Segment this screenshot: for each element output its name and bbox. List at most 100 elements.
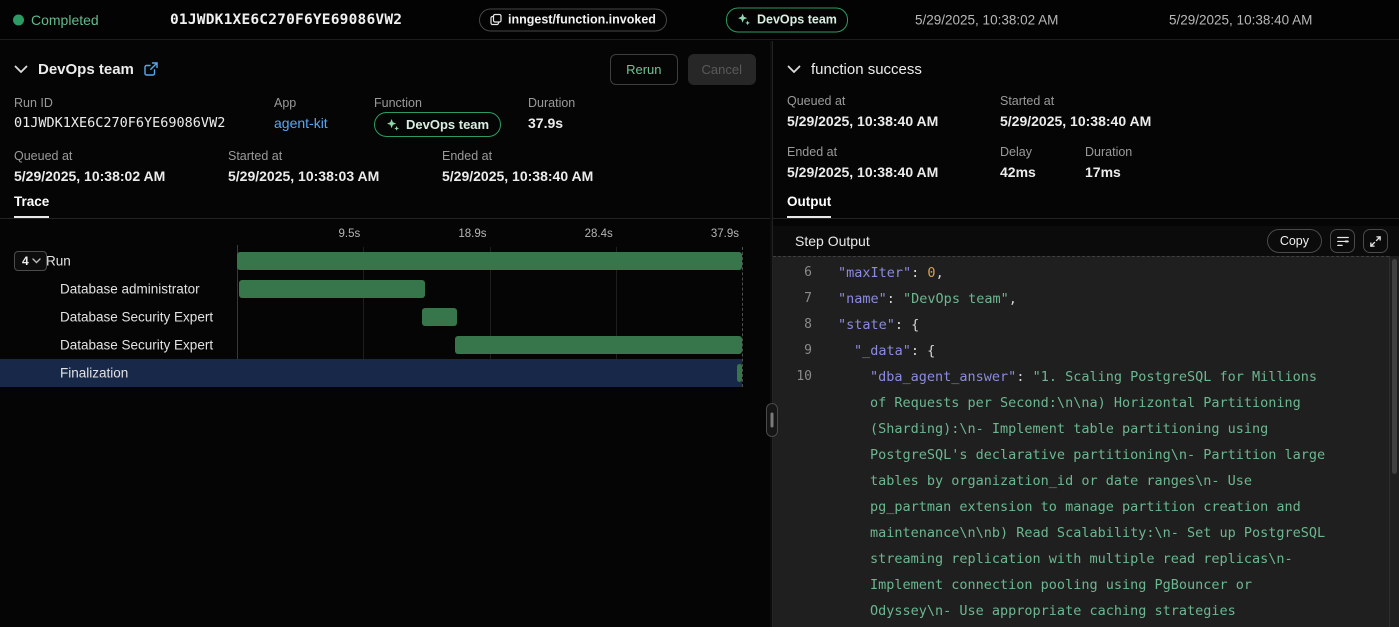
line-number: 9 xyxy=(773,338,812,364)
trace-span-bar[interactable] xyxy=(455,336,742,354)
axis-tick-label: 37.9s xyxy=(711,228,742,240)
run-title: DevOps team xyxy=(38,61,134,78)
line-number: 6 xyxy=(773,260,812,286)
chevron-down-icon[interactable] xyxy=(787,65,801,74)
line-number: 10 xyxy=(773,364,812,390)
step-duration-value: 17ms xyxy=(1085,164,1132,180)
trace-row[interactable]: Database administrator xyxy=(0,275,742,303)
step-queued-value: 5/29/2025, 10:38:40 AM xyxy=(787,113,938,129)
queued-at-value: 5/29/2025, 10:38:02 AM xyxy=(14,168,165,184)
ended-at-label: Ended at xyxy=(442,149,593,163)
app-window: Completed 01JWDK1XE6C270F6YE69086VW2 inn… xyxy=(0,0,1399,627)
line-number: 8 xyxy=(773,312,812,338)
trace-span-bar[interactable] xyxy=(237,252,742,270)
code-scrollbar[interactable] xyxy=(1389,256,1399,627)
app-label: App xyxy=(274,96,328,110)
event-badge-label: inngest/function.invoked xyxy=(508,13,656,27)
run-header-row: DevOps team Rerun Cancel xyxy=(0,51,770,87)
step-duration-label: Duration xyxy=(1085,145,1132,159)
trace-row-label: Database Security Expert xyxy=(60,310,213,325)
tab-trace[interactable]: Trace xyxy=(14,194,49,218)
function-badge-topbar[interactable]: DevOps team xyxy=(726,7,848,32)
event-copy-icon xyxy=(490,14,502,26)
run-meta-row-2: Queued at 5/29/2025, 10:38:02 AM Started… xyxy=(0,149,770,197)
function-badge[interactable]: DevOps team xyxy=(374,112,501,137)
trace-row[interactable]: 4Run xyxy=(0,247,742,275)
panel-resize-handle[interactable] xyxy=(766,403,778,437)
tab-output[interactable]: Output xyxy=(787,194,831,218)
step-delay-value: 42ms xyxy=(1000,164,1036,180)
axis-tick-label: 18.9s xyxy=(458,228,489,240)
step-started-field: Started at 5/29/2025, 10:38:40 AM xyxy=(1000,94,1151,129)
step-queued-label: Queued at xyxy=(787,94,938,108)
step-header-row: function success xyxy=(773,51,1399,87)
run-id-label: Run ID xyxy=(14,96,225,110)
sparkles-icon xyxy=(386,118,400,132)
word-wrap-button[interactable] xyxy=(1330,229,1355,253)
status-dot-icon xyxy=(13,14,24,25)
ended-at-field: Ended at 5/29/2025, 10:38:40 AM xyxy=(442,149,593,184)
run-tabs: Trace xyxy=(0,193,770,219)
started-at-field: Started at 5/29/2025, 10:38:03 AM xyxy=(228,149,379,184)
trace-axis: 9.5s 18.9s 28.4s 37.9s xyxy=(237,227,742,247)
run-id-value: 01JWDK1XE6C270F6YE69086VW2 xyxy=(14,115,225,131)
code-line: 8 "state": { xyxy=(773,312,1399,338)
trace-rows: 4Run Database administrator Database Secur… xyxy=(0,247,770,387)
function-label: Function xyxy=(374,96,501,110)
word-wrap-icon xyxy=(1336,234,1350,248)
function-field: Function DevOps team xyxy=(374,96,501,137)
step-title: function success xyxy=(811,61,922,78)
queued-at-field: Queued at 5/29/2025, 10:38:02 AM xyxy=(14,149,165,184)
scrollbar-thumb[interactable] xyxy=(1392,259,1397,474)
function-badge-label: DevOps team xyxy=(406,117,489,132)
step-output-toolbar: Step Output Copy xyxy=(773,226,1399,256)
event-badge[interactable]: inngest/function.invoked xyxy=(479,8,667,31)
step-delay-label: Delay xyxy=(1000,145,1036,159)
code-content: "state": { xyxy=(822,312,1330,338)
code-line: 6"maxIter": 0, xyxy=(773,260,1399,286)
trace-span-bar[interactable] xyxy=(422,308,457,326)
started-at-label: Started at xyxy=(228,149,379,163)
code-line: 9 "_data": { xyxy=(773,338,1399,364)
trace-row[interactable]: Finalization xyxy=(0,359,742,387)
collapse-children-button[interactable]: 4 xyxy=(14,251,47,271)
cancel-button: Cancel xyxy=(688,54,756,85)
ended-timestamp: 5/29/2025, 10:38:40 AM xyxy=(1169,12,1312,27)
trace-span-bar[interactable] xyxy=(239,280,426,298)
step-meta-row-1: Queued at 5/29/2025, 10:38:40 AM Started… xyxy=(773,94,1399,142)
step-queued-field: Queued at 5/29/2025, 10:38:40 AM xyxy=(787,94,938,129)
duration-label: Duration xyxy=(528,96,575,110)
function-badge-label: DevOps team xyxy=(757,13,837,27)
ended-at-value: 5/29/2025, 10:38:40 AM xyxy=(442,168,593,184)
step-tabs: Output xyxy=(773,193,1399,219)
step-ended-field: Ended at 5/29/2025, 10:38:40 AM xyxy=(787,145,938,180)
sparkles-icon xyxy=(737,13,751,27)
duration-value: 37.9s xyxy=(528,115,575,131)
step-ended-value: 5/29/2025, 10:38:40 AM xyxy=(787,164,938,180)
trace-span-bar[interactable] xyxy=(737,364,742,382)
copy-button[interactable]: Copy xyxy=(1267,229,1322,253)
code-content: "_data": { xyxy=(822,338,1330,364)
queued-timestamp: 5/29/2025, 10:38:02 AM xyxy=(915,12,1058,27)
code-content: "dba_agent_answer": "1. Scaling PostgreS… xyxy=(822,364,1330,627)
step-output-actions: Copy xyxy=(1267,229,1388,253)
trace-waterfall: 9.5s 18.9s 28.4s 37.9s 4Run Database adminis… xyxy=(0,227,770,427)
queued-at-label: Queued at xyxy=(14,149,165,163)
app-field: App agent-kit xyxy=(274,96,328,131)
step-duration-field: Duration 17ms xyxy=(1085,145,1132,180)
trace-row[interactable]: Database Security Expert xyxy=(0,331,742,359)
trace-row[interactable]: Database Security Expert xyxy=(0,303,742,331)
step-output-code[interactable]: 6"maxIter": 0,7"name": "DevOps team",8"s… xyxy=(773,256,1399,627)
app-link[interactable]: agent-kit xyxy=(274,115,328,131)
axis-tick-label: 9.5s xyxy=(339,228,364,240)
axis-tick-label: 28.4s xyxy=(585,228,616,240)
expand-icon xyxy=(1369,235,1382,248)
run-id-topbar: 01JWDK1XE6C270F6YE69086VW2 xyxy=(170,12,402,28)
trace-row-label: Database administrator xyxy=(60,282,200,297)
step-started-label: Started at xyxy=(1000,94,1151,108)
duration-field: Duration 37.9s xyxy=(528,96,575,131)
expand-button[interactable] xyxy=(1363,229,1388,253)
rerun-button[interactable]: Rerun xyxy=(610,54,677,85)
chevron-down-icon[interactable] xyxy=(14,65,28,74)
external-link-icon[interactable] xyxy=(144,62,158,76)
